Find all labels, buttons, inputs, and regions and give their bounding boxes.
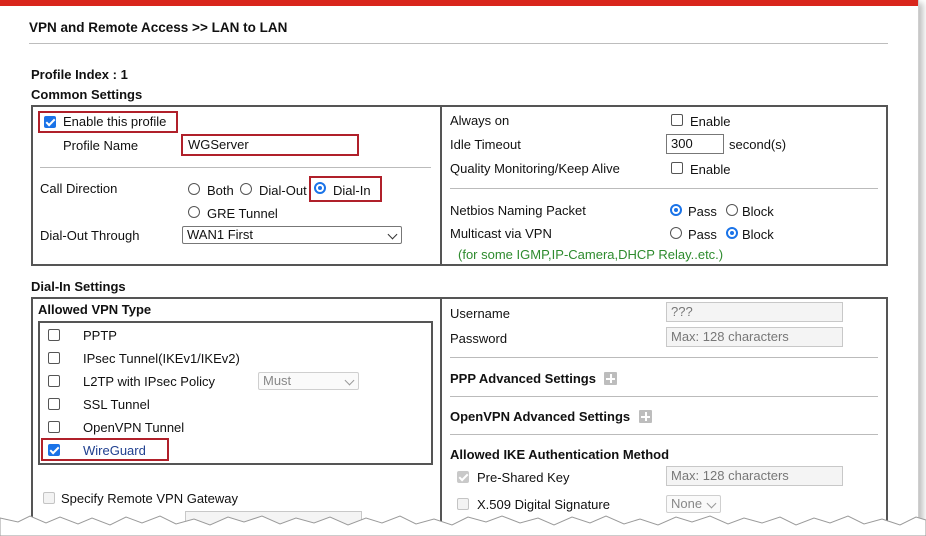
multicast-block-label: Block <box>742 227 774 242</box>
username-label: Username <box>450 306 510 321</box>
torn-edge <box>0 515 926 536</box>
chevron-down-icon <box>344 375 355 386</box>
call-direction-label: Call Direction <box>40 181 118 196</box>
profile-name-label: Profile Name <box>63 138 139 153</box>
call-direction-dialin-label: Dial-In <box>333 183 371 198</box>
common-settings-heading: Common Settings <box>31 87 143 102</box>
common-left-divider <box>40 167 431 168</box>
username-input[interactable]: ??? <box>666 302 843 322</box>
enable-profile-label: Enable this profile <box>63 114 167 129</box>
top-accent-bar <box>0 0 918 6</box>
call-direction-dialout-label: Dial-Out <box>259 183 307 198</box>
call-direction-gre-radio[interactable] <box>188 206 200 218</box>
dial-out-through-value: WAN1 First <box>187 227 253 242</box>
netbios-pass-radio[interactable] <box>670 204 682 216</box>
vpn-type-ssl-label: SSL Tunnel <box>83 397 150 412</box>
chevron-down-icon <box>706 498 717 509</box>
idle-timeout-unit: second(s) <box>729 137 787 152</box>
ppp-advanced-label[interactable]: PPP Advanced Settings <box>450 371 596 386</box>
common-settings-divider <box>440 105 442 266</box>
common-right-divider <box>450 188 878 189</box>
ike-psk-label: Pre-Shared Key <box>477 470 570 485</box>
openvpn-advanced-expand-icon[interactable] <box>639 410 652 423</box>
enable-profile-checkbox[interactable] <box>44 116 56 128</box>
netbios-label: Netbios Naming Packet <box>450 203 586 218</box>
quality-monitoring-checkbox[interactable] <box>671 162 683 174</box>
vpn-type-l2tp-label: L2TP with IPsec Policy <box>83 374 215 389</box>
page-title: VPN and Remote Access >> LAN to LAN <box>29 20 288 35</box>
vpn-type-l2tp-checkbox[interactable] <box>48 375 60 387</box>
multicast-label: Multicast via VPN <box>450 226 552 241</box>
vpn-type-openvpn-label: OpenVPN Tunnel <box>83 420 185 435</box>
vpn-type-ipsec-checkbox[interactable] <box>48 352 60 364</box>
call-direction-gre-label: GRE Tunnel <box>207 206 278 221</box>
netbios-pass-label: Pass <box>688 204 717 219</box>
call-direction-dialout-radio[interactable] <box>240 183 252 195</box>
netbios-block-label: Block <box>742 204 774 219</box>
vpn-type-pptp-checkbox[interactable] <box>48 329 60 341</box>
credentials-divider <box>450 357 878 358</box>
password-label: Password <box>450 331 508 346</box>
call-direction-both-radio[interactable] <box>188 183 200 195</box>
specify-remote-gateway-label: Specify Remote VPN Gateway <box>61 491 239 506</box>
openvpn-advanced-label[interactable]: OpenVPN Advanced Settings <box>450 409 630 424</box>
always-on-enable-label: Enable <box>690 114 731 129</box>
allowed-vpn-type-heading: Allowed VPN Type <box>38 302 152 317</box>
password-input[interactable]: Max: 128 characters <box>666 327 843 347</box>
openvpn-divider <box>450 434 878 435</box>
specify-remote-gateway-checkbox[interactable] <box>43 492 55 504</box>
profile-index: Profile Index : 1 <box>31 67 128 82</box>
netbios-block-radio[interactable] <box>726 204 738 216</box>
page: VPN and Remote Access >> LAN to LAN Prof… <box>0 0 919 536</box>
dial-out-through-label: Dial-Out Through <box>40 228 140 243</box>
vpn-type-openvpn-checkbox[interactable] <box>48 421 60 433</box>
dial-out-through-select[interactable]: WAN1 First <box>182 226 402 244</box>
ike-psk-input[interactable]: Max: 128 characters <box>666 466 843 486</box>
quality-monitoring-label: Quality Monitoring/Keep Alive <box>450 161 620 176</box>
multicast-block-radio[interactable] <box>726 227 738 239</box>
l2tp-policy-select[interactable]: Must <box>258 372 359 390</box>
vpn-type-ipsec-label: IPsec Tunnel(IKEv1/IKEv2) <box>83 351 240 366</box>
call-direction-both-label: Both <box>207 183 234 198</box>
quality-monitoring-enable-label: Enable <box>690 162 731 177</box>
idle-timeout-input[interactable]: 300 <box>666 134 724 154</box>
ike-psk-checkbox[interactable] <box>457 471 469 483</box>
vpn-type-wireguard-checkbox[interactable] <box>48 444 60 456</box>
multicast-pass-label: Pass <box>688 227 717 242</box>
vpn-type-pptp-label: PPTP <box>83 328 117 343</box>
vpn-type-wireguard-label: WireGuard <box>83 443 146 458</box>
title-divider <box>29 43 888 44</box>
ppp-divider <box>450 396 878 397</box>
always-on-checkbox[interactable] <box>671 114 683 126</box>
dialin-settings-divider <box>440 297 442 527</box>
call-direction-dialin-radio[interactable] <box>314 182 326 194</box>
profile-name-input[interactable]: WGServer <box>184 136 356 154</box>
multicast-note: (for some IGMP,IP-Camera,DHCP Relay..etc… <box>458 247 724 262</box>
idle-timeout-label: Idle Timeout <box>450 137 521 152</box>
multicast-pass-radio[interactable] <box>670 227 682 239</box>
vpn-type-ssl-checkbox[interactable] <box>48 398 60 410</box>
always-on-label: Always on <box>450 113 510 128</box>
ike-auth-heading: Allowed IKE Authentication Method <box>450 447 670 462</box>
l2tp-policy-value: Must <box>263 373 292 388</box>
chevron-down-icon <box>387 229 398 240</box>
dialin-settings-heading: Dial-In Settings <box>31 279 126 294</box>
ppp-advanced-expand-icon[interactable] <box>604 372 617 385</box>
